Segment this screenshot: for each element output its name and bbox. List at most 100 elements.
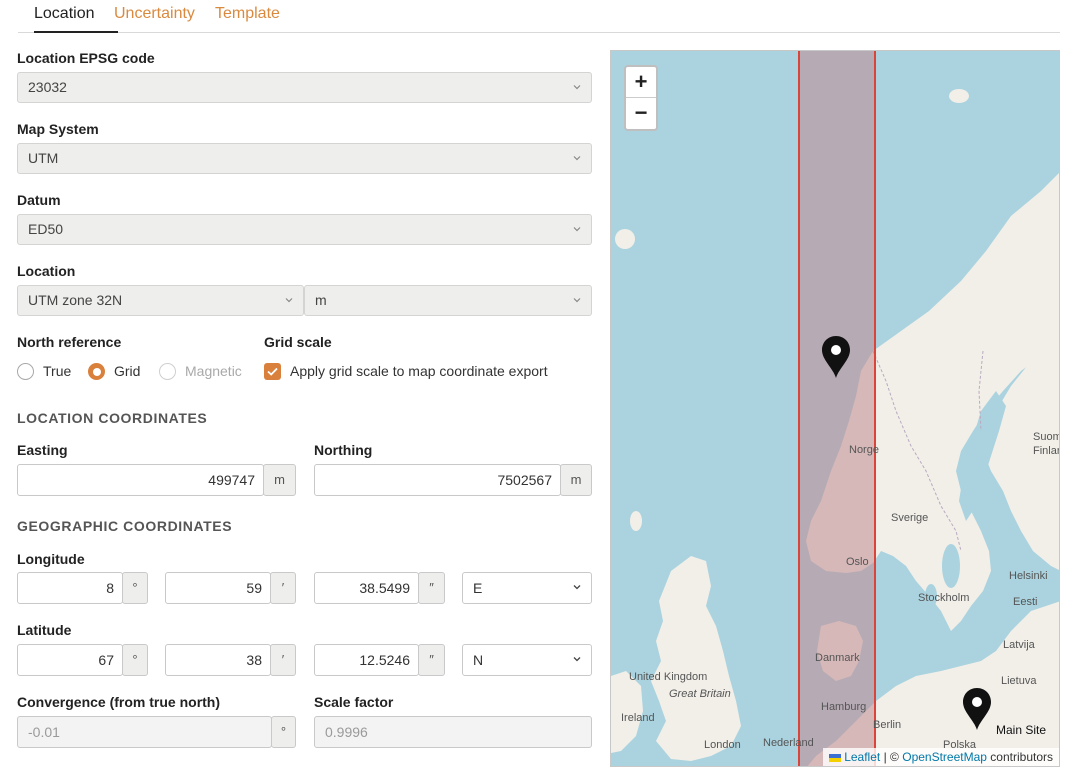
map-system-label: Map System xyxy=(17,121,99,137)
north-true-radio[interactable] xyxy=(17,363,34,380)
place-label: Ireland xyxy=(621,712,655,724)
place-label: Stockholm xyxy=(918,592,970,604)
place-label: Nederland xyxy=(763,737,814,749)
tab-uncertainty[interactable]: Uncertainty xyxy=(114,5,195,23)
place-label: Helsinki xyxy=(1009,570,1048,582)
lake xyxy=(942,544,960,588)
degree-unit: ° xyxy=(122,572,148,604)
grid-scale-checkbox[interactable] xyxy=(264,363,281,380)
northing-label: Northing xyxy=(314,442,373,458)
chevron-down-icon xyxy=(573,585,581,590)
chevron-down-icon xyxy=(573,298,581,303)
place-label: London xyxy=(704,739,741,751)
longitude-minutes-input[interactable]: 59 xyxy=(165,572,271,604)
main-site-label: Main Site xyxy=(996,723,1047,737)
chevron-down-icon xyxy=(573,156,581,161)
place-label: Danmark xyxy=(815,652,860,664)
north-grid-radio[interactable] xyxy=(88,363,105,380)
map-system-value: UTM xyxy=(28,150,59,166)
location-panel: Location Uncertainty Template Location E… xyxy=(0,0,1080,770)
zoom-in-button[interactable]: + xyxy=(626,67,656,98)
zoom-control: + − xyxy=(624,65,658,131)
land-island xyxy=(949,89,969,103)
tab-bar: Location Uncertainty Template xyxy=(18,0,1060,33)
latitude-minutes-input[interactable]: 38 xyxy=(165,644,271,676)
place-label: Great Britain xyxy=(669,688,731,700)
land-island xyxy=(615,229,635,249)
longitude-label: Longitude xyxy=(17,551,85,567)
latitude-degrees-input[interactable]: 67 xyxy=(17,644,123,676)
epsg-label: Location EPSG code xyxy=(17,50,155,66)
place-label: Finland xyxy=(1033,445,1059,457)
place-label: Latvija xyxy=(1003,639,1035,651)
longitude-degrees-input[interactable]: 8 xyxy=(17,572,123,604)
datum-select[interactable]: ED50 xyxy=(17,214,592,245)
scale-factor-input: 0.9996 xyxy=(314,716,592,748)
map-system-select[interactable]: UTM xyxy=(17,143,592,174)
place-label: Sverige xyxy=(891,512,929,524)
place-label: Oslo xyxy=(846,556,869,568)
zoom-out-button[interactable]: − xyxy=(626,98,656,129)
minute-unit: ′ xyxy=(270,644,296,676)
longitude-hemisphere-value: E xyxy=(473,580,483,596)
osm-link[interactable]: OpenStreetMap xyxy=(902,750,987,764)
chevron-down-icon xyxy=(573,227,581,232)
place-label: Berlin xyxy=(873,719,902,731)
leaflet-link[interactable]: Leaflet xyxy=(844,750,880,764)
easting-input[interactable]: 499747 xyxy=(17,464,264,496)
easting-label: Easting xyxy=(17,442,68,458)
place-label: Eesti xyxy=(1013,596,1038,608)
latitude-hemisphere-select[interactable]: N xyxy=(462,644,592,676)
unit-value: m xyxy=(315,292,327,308)
place-label: Norge xyxy=(849,444,879,456)
northing-unit: m xyxy=(560,464,592,496)
location-coordinates-heading: LOCATION COORDINATES xyxy=(17,410,208,426)
longitude-hemisphere-select[interactable]: E xyxy=(462,572,592,604)
attribution-contributors: contributors xyxy=(990,750,1053,764)
land-island xyxy=(630,511,642,531)
northing-input[interactable]: 7502567 xyxy=(314,464,561,496)
latitude-label: Latitude xyxy=(17,622,72,638)
degree-unit: ° xyxy=(122,644,148,676)
ukraine-flag-icon xyxy=(828,754,841,762)
map-view[interactable]: Norge Sverige Suomi Finland Oslo Stockho… xyxy=(610,50,1060,767)
scale-factor-label: Scale factor xyxy=(314,694,394,710)
grid-scale-label: Grid scale xyxy=(264,334,332,350)
north-reference-label: North reference xyxy=(17,334,122,350)
place-label: Lietuva xyxy=(1001,675,1037,687)
geographic-coordinates-heading: GEOGRAPHIC COORDINATES xyxy=(17,518,233,534)
chevron-down-icon xyxy=(573,657,581,662)
grid-scale-checkbox-label: Apply grid scale to map coordinate expor… xyxy=(290,363,548,379)
zone-select[interactable]: UTM zone 32N xyxy=(17,285,304,316)
north-true-label: True xyxy=(43,363,72,379)
chevron-down-icon xyxy=(573,85,581,90)
place-label: Hamburg xyxy=(821,701,867,713)
zone-value: UTM zone 32N xyxy=(28,292,123,308)
convergence-label: Convergence (from true north) xyxy=(17,694,221,710)
convergence-input: -0.01 xyxy=(17,716,272,748)
easting-unit: m xyxy=(263,464,296,496)
north-magnetic-label: Magnetic xyxy=(185,363,242,379)
checkmark-icon xyxy=(267,367,278,376)
tab-location[interactable]: Location xyxy=(34,5,95,23)
tab-template[interactable]: Template xyxy=(215,5,280,23)
latitude-hemisphere-value: N xyxy=(473,652,484,668)
land-britain xyxy=(651,556,741,761)
latitude-seconds-input[interactable]: 12.5246 xyxy=(314,644,419,676)
north-grid-label: Grid xyxy=(114,363,141,379)
unit-select[interactable]: m xyxy=(304,285,592,316)
chevron-down-icon xyxy=(285,298,293,303)
datum-value: ED50 xyxy=(28,221,64,237)
second-unit: ″ xyxy=(418,644,445,676)
epsg-value: 23032 xyxy=(28,79,67,95)
place-label: United Kingdom xyxy=(629,671,708,683)
minute-unit: ′ xyxy=(270,572,296,604)
copyright-symbol: © xyxy=(890,750,899,764)
north-magnetic-radio xyxy=(159,363,176,380)
second-unit: ″ xyxy=(418,572,445,604)
longitude-seconds-input[interactable]: 38.5499 xyxy=(314,572,419,604)
location-label: Location xyxy=(17,263,76,279)
convergence-unit: ° xyxy=(271,716,296,748)
datum-label: Datum xyxy=(17,192,61,208)
epsg-select[interactable]: 23032 xyxy=(17,72,592,103)
